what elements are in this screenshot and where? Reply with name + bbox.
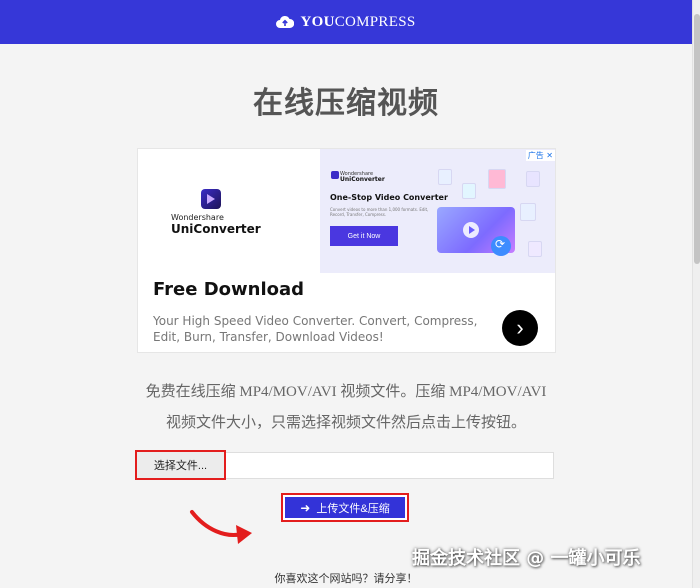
page-scrollbar[interactable]	[692, 0, 700, 588]
ad-brand-small: Wondershare	[171, 213, 224, 222]
promo-logo-icon	[331, 171, 339, 179]
ad-arrow-button[interactable]: ›	[502, 310, 538, 346]
play-icon	[463, 222, 479, 238]
description-line: 免费在线压缩 MP4/MOV/AVI 视频文件。压缩 MP4/MOV/AVI	[145, 384, 547, 400]
ad-label[interactable]: 广告 ✕	[525, 150, 555, 161]
scrollbar-thumb[interactable]	[694, 14, 700, 264]
uniconverter-logo-icon	[201, 189, 221, 209]
share-prompt: 你喜欢这个网站吗？请分享！	[274, 572, 418, 585]
image-file-icon	[488, 169, 506, 189]
arrow-right-icon: ➜	[300, 500, 311, 515]
choose-file-button[interactable]: 选择文件...	[135, 450, 226, 480]
convert-arrows-icon	[491, 236, 511, 256]
ad-brand-name: UniConverter	[171, 222, 261, 236]
upload-compress-button[interactable]: ➜ 上传文件&压缩	[281, 493, 409, 522]
site-logo[interactable]: YOUCOMPRESS	[300, 14, 415, 31]
mp4-file-icon	[520, 203, 536, 221]
ad-heading[interactable]: Free Download	[153, 279, 304, 300]
compress-description: 免费在线压缩 MP4/MOV/AVI 视频文件。压缩 MP4/MOV/AVI 视…	[128, 377, 564, 439]
ad-promo-panel: Wondershare UniConverter One-Stop Video …	[320, 149, 555, 273]
cloud-upload-icon	[276, 15, 295, 28]
ad-body-text[interactable]: Your High Speed Video Converter. Convert…	[153, 313, 488, 345]
audio-file-icon	[528, 241, 542, 257]
advertisement-banner[interactable]: Wondershare UniConverter Wondershare Uni…	[137, 148, 556, 353]
description-line: 视频文件大小，只需选择视频文件然后点击上传按钮。	[165, 415, 526, 431]
picture-file-icon	[462, 183, 476, 199]
chevron-right-icon: ›	[516, 315, 524, 340]
ad-hero-image[interactable]: Wondershare UniConverter Wondershare Uni…	[138, 149, 555, 273]
upload-button-label: 上传文件&压缩	[316, 502, 390, 515]
header-bar: YOUCOMPRESS	[0, 0, 692, 44]
get-it-now-button[interactable]: Get it Now	[330, 226, 398, 246]
page-title: 在线压缩视频	[253, 86, 439, 121]
watermark-text: 掘金技术社区 @ 一罐小可乐	[412, 548, 641, 569]
promo-description: Convert videos to more than 1,000 format…	[330, 207, 429, 217]
ad-logo-area: Wondershare UniConverter	[138, 149, 320, 273]
promo-title: One-Stop Video Converter	[330, 193, 448, 202]
video-file-icon	[526, 171, 540, 187]
file-format-icon	[438, 169, 452, 185]
promo-brand-name: UniConverter	[340, 176, 385, 183]
red-curved-arrow-icon	[190, 510, 252, 544]
